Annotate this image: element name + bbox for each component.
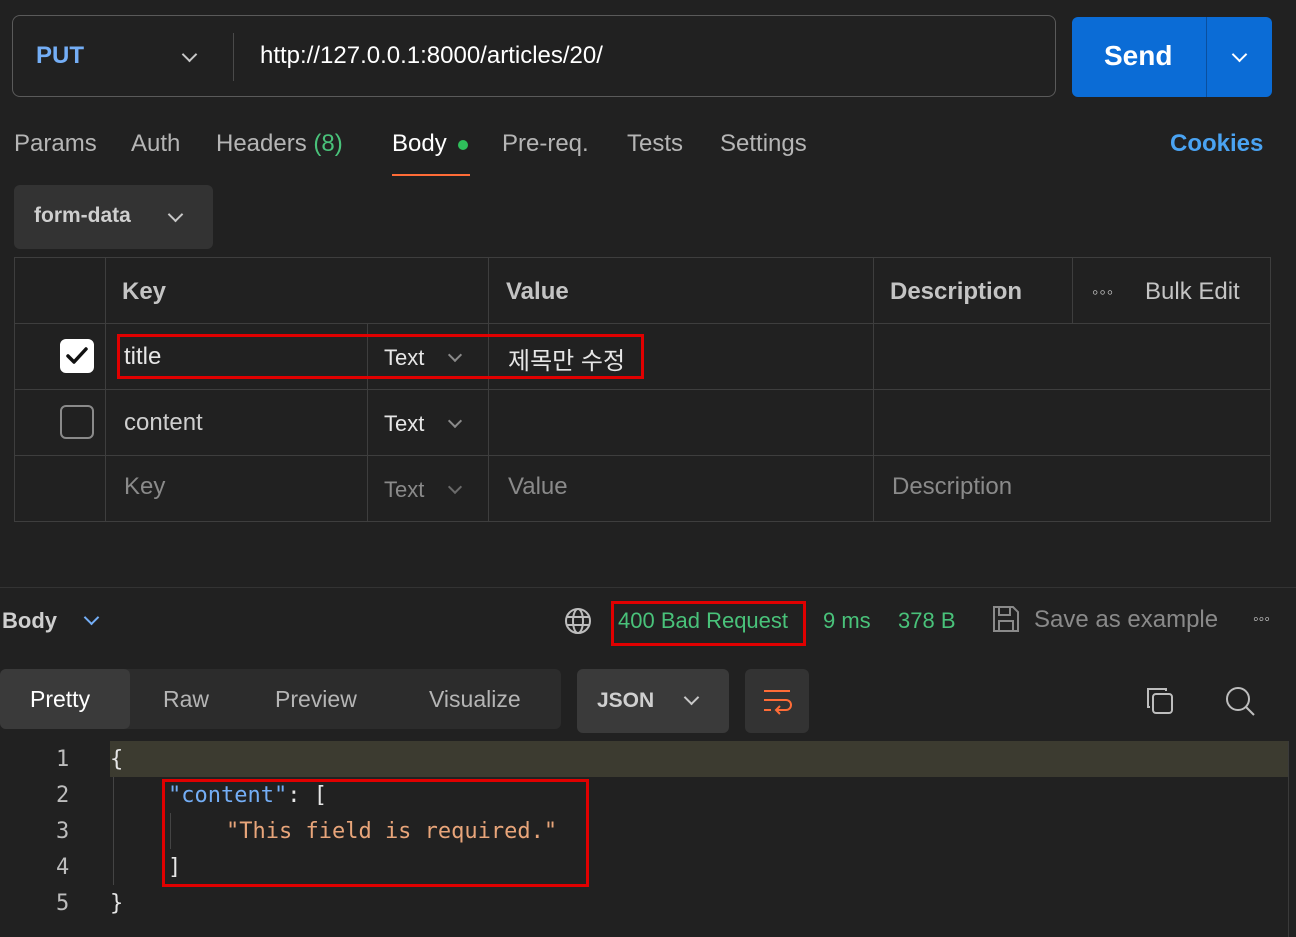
highlight-box	[162, 779, 589, 887]
wrap-lines-icon	[764, 690, 792, 715]
view-raw[interactable]: Raw	[163, 686, 209, 713]
indent-guide	[113, 777, 114, 885]
editor-scrollbar-track[interactable]	[1288, 741, 1289, 937]
view-pretty[interactable]: Pretty	[30, 686, 90, 713]
bulk-edit-button[interactable]: Bulk Edit	[1145, 278, 1240, 306]
response-body-select[interactable]: Body	[2, 608, 57, 634]
row-checkbox-title[interactable]	[60, 339, 94, 373]
send-button-label[interactable]: Send	[1104, 40, 1172, 72]
new-type-select[interactable]: Text	[384, 477, 424, 503]
new-key-input[interactable]: Key	[124, 473, 165, 501]
row-divider	[14, 389, 1271, 390]
new-value-input[interactable]: Value	[508, 473, 568, 501]
body-mode-label[interactable]: form-data	[34, 204, 131, 228]
line-number: 4	[56, 855, 70, 880]
tab-headers-label: Headers	[216, 130, 307, 157]
tab-headers[interactable]: Headers (8)	[216, 130, 343, 158]
tab-body[interactable]: Body	[392, 130, 447, 158]
save-as-example-button[interactable]: Save as example	[1034, 606, 1218, 634]
tab-params[interactable]: Params	[14, 130, 97, 158]
highlight-box	[611, 601, 806, 646]
check-icon	[66, 347, 88, 364]
copy-icon[interactable]	[1144, 685, 1176, 717]
row-key-content[interactable]: content	[124, 409, 203, 437]
search-icon[interactable]	[1223, 684, 1257, 718]
line-number: 5	[56, 891, 70, 916]
url-input[interactable]: http://127.0.0.1:8000/articles/20/	[260, 42, 603, 70]
tab-auth[interactable]: Auth	[131, 130, 180, 158]
current-line-highlight	[110, 741, 1288, 777]
view-visualize[interactable]: Visualize	[429, 686, 521, 713]
line-number: 1	[56, 747, 70, 772]
code-open-brace: {	[110, 747, 124, 772]
row-checkbox-content[interactable]	[60, 405, 94, 439]
column-header-key: Key	[122, 278, 167, 305]
view-preview[interactable]: Preview	[275, 686, 357, 713]
column-header-description: Description	[890, 278, 1023, 305]
pane-divider[interactable]	[0, 587, 1296, 588]
headers-count: (8)	[313, 130, 343, 157]
line-number: 2	[56, 783, 70, 808]
cookies-link[interactable]: Cookies	[1170, 130, 1263, 158]
new-description-input[interactable]: Description	[892, 473, 1012, 501]
method-select[interactable]: PUT	[36, 42, 84, 70]
format-label[interactable]: JSON	[597, 689, 654, 713]
row-divider	[14, 455, 1271, 456]
code-close-brace: }	[110, 891, 124, 916]
active-tab-underline	[392, 174, 470, 176]
tab-prereq[interactable]: Pre-req.	[502, 130, 589, 158]
column-divider	[1072, 257, 1073, 323]
highlight-box	[117, 334, 644, 379]
response-time[interactable]: 9 ms	[823, 608, 871, 634]
body-modified-dot	[458, 140, 468, 150]
line-number: 3	[56, 819, 70, 844]
more-options-icon[interactable]: ◦◦◦	[1253, 611, 1270, 629]
chevron-down-icon[interactable]	[83, 609, 100, 626]
save-icon[interactable]	[990, 603, 1022, 635]
tab-tests[interactable]: Tests	[627, 130, 683, 158]
row-type-select[interactable]: Text	[384, 411, 424, 437]
column-header-value: Value	[506, 278, 569, 305]
tab-settings[interactable]: Settings	[720, 130, 807, 158]
response-size[interactable]: 378 B	[898, 608, 956, 634]
more-options-icon[interactable]: ◦◦◦	[1092, 282, 1114, 303]
url-divider	[233, 33, 234, 81]
send-split-divider	[1206, 17, 1207, 97]
globe-icon[interactable]	[563, 606, 593, 636]
row-divider	[14, 323, 1271, 324]
